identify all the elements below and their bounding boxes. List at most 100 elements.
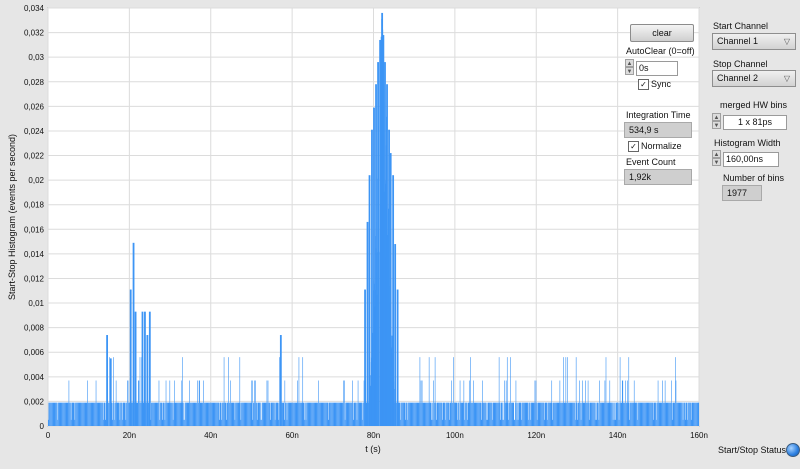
histogram-bar	[639, 402, 641, 426]
histogram-bar	[71, 402, 73, 426]
histogram-bar	[404, 402, 406, 426]
increment-arrow-icon[interactable]: ▲	[712, 113, 721, 121]
histogram-bar	[690, 419, 692, 426]
histogram-bar	[444, 402, 445, 426]
histogram-bar	[577, 419, 579, 426]
histogram-bar	[230, 402, 232, 426]
histogram-bar	[526, 402, 528, 426]
histogram-bar	[238, 402, 240, 426]
histogram-bar	[318, 402, 320, 426]
histogram-bar	[58, 402, 60, 426]
histogram-bar	[339, 402, 341, 426]
histogram-bar	[688, 402, 690, 426]
histogram-bar	[642, 402, 644, 426]
histogram-bar	[256, 419, 258, 426]
autoclear-input[interactable]: 0s	[636, 61, 678, 76]
stop-channel-select[interactable]: Channel 2 ▽	[712, 70, 796, 87]
histogram-bar	[485, 402, 486, 426]
histogram-bar	[176, 402, 178, 426]
sync-checkbox[interactable]: ✓	[638, 79, 649, 90]
merged-bins-spinner[interactable]: ▲ ▼	[712, 113, 721, 129]
histogram-bar	[331, 402, 332, 426]
histogram-bar	[227, 402, 229, 426]
histogram-bar	[593, 402, 594, 426]
histogram-bar	[640, 402, 642, 426]
histogram-bar	[632, 402, 634, 426]
histogram-bar	[552, 402, 554, 426]
histogram-bar	[96, 402, 98, 426]
histogram-bar	[50, 402, 52, 426]
histogram-bar	[553, 402, 555, 426]
histogram-bar	[84, 402, 86, 426]
decrement-arrow-icon[interactable]: ▼	[712, 158, 721, 166]
histogram-bar	[646, 402, 648, 426]
histogram-bar	[668, 402, 670, 426]
start-stop-status-led	[786, 443, 800, 457]
histogram-bar	[431, 402, 433, 426]
histogram-bar	[666, 402, 668, 426]
histogram-bar	[670, 402, 672, 426]
merged-bins-input[interactable]: 1 x 81ps	[723, 115, 787, 130]
histogram-bar	[180, 402, 181, 426]
decrement-arrow-icon[interactable]: ▼	[712, 121, 721, 129]
histogram-bar	[497, 402, 498, 426]
clear-button[interactable]: clear	[630, 24, 694, 42]
histogram-bar	[466, 402, 467, 426]
histogram-bar	[326, 402, 328, 426]
histogram-bar	[298, 357, 300, 426]
y-tick-label: 0	[40, 422, 45, 431]
histogram-bar	[127, 380, 128, 426]
histogram-bar	[253, 402, 255, 426]
histogram-bar	[500, 402, 502, 426]
y-tick-label: 0,018	[24, 201, 45, 210]
histogram-bar	[274, 402, 275, 426]
histogram-bar	[305, 419, 307, 426]
histogram-bar	[81, 402, 82, 426]
histogram-bar	[262, 402, 263, 426]
histogram-bar	[160, 402, 162, 426]
histogram-bar	[453, 357, 454, 426]
histogram-bar	[95, 380, 97, 426]
histogram-width-input[interactable]: 160,00ns	[723, 152, 779, 167]
histogram-bar	[611, 402, 613, 426]
histogram-bar	[572, 402, 573, 426]
histogram-bar	[251, 380, 253, 426]
histogram-bar	[477, 402, 479, 426]
histogram-width-spinner[interactable]: ▲ ▼	[712, 150, 721, 166]
decrement-arrow-icon[interactable]: ▼	[625, 67, 634, 75]
histogram-bar	[627, 380, 628, 426]
normalize-checkbox[interactable]: ✓	[628, 141, 639, 152]
histogram-bar	[246, 402, 248, 426]
histogram-bar	[349, 402, 351, 426]
histogram-bar	[682, 419, 684, 426]
histogram-bar	[426, 402, 427, 426]
histogram-bar	[87, 402, 89, 426]
histogram-bar	[285, 402, 287, 426]
histogram-bar	[61, 402, 63, 426]
histogram-bar	[189, 380, 190, 426]
histogram-bar	[488, 402, 490, 426]
histogram-bar	[102, 402, 104, 426]
histogram-bar	[203, 380, 204, 426]
histogram-bar	[669, 402, 671, 426]
histogram-bar	[663, 402, 664, 426]
histogram-bar	[478, 402, 479, 426]
start-channel-select[interactable]: Channel 1 ▽	[712, 33, 796, 50]
histogram-bar	[185, 402, 187, 426]
y-tick-label: 0,02	[28, 176, 44, 185]
histogram-bar	[507, 402, 509, 426]
histogram-bar	[183, 402, 184, 426]
histogram-bar	[599, 380, 600, 426]
histogram-bar	[605, 402, 606, 426]
histogram-bar	[407, 419, 408, 426]
histogram-bar	[529, 402, 530, 426]
increment-arrow-icon[interactable]: ▲	[625, 59, 634, 67]
histogram-bar	[609, 380, 611, 426]
histogram-bar	[402, 402, 403, 426]
histogram-peak-bar	[106, 335, 108, 426]
histogram-bar	[228, 357, 229, 426]
histogram-bar	[602, 402, 604, 426]
increment-arrow-icon[interactable]: ▲	[712, 150, 721, 158]
histogram-bar	[585, 380, 586, 426]
autoclear-spinner[interactable]: ▲ ▼	[625, 59, 634, 75]
